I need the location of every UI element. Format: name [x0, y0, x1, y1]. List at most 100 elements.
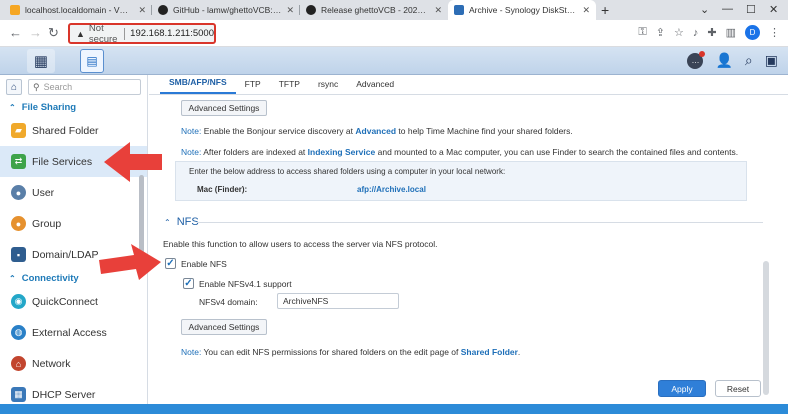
profile-avatar[interactable]: D	[745, 25, 760, 40]
home-icon[interactable]: ⌂	[6, 79, 22, 95]
indexing-service-link[interactable]: Indexing Service	[308, 147, 376, 157]
key-icon[interactable]: ⚿	[638, 26, 646, 39]
browser-tab-release[interactable]: Release ghettoVCB - 2023_09_2 ✕	[300, 0, 448, 20]
section-label: Connectivity	[21, 272, 79, 284]
section-file-sharing[interactable]: ⌃ File Sharing	[0, 99, 147, 115]
bell-icon[interactable]: ♪	[693, 27, 699, 39]
share-icon[interactable]: ⇪	[656, 26, 665, 39]
close-icon[interactable]: ✕	[582, 5, 590, 16]
main-menu-icon[interactable]: ▦	[27, 49, 55, 73]
control-panel-app-icon[interactable]: ▤	[80, 49, 104, 73]
sidebar-item-network[interactable]: ⌂ Network	[0, 348, 147, 379]
new-tab-button[interactable]: +	[601, 2, 609, 18]
reload-icon[interactable]: ↻	[48, 25, 59, 41]
tab-label: GitHub - lamw/ghettoVCB: ghett	[173, 5, 283, 15]
note-text: .	[517, 347, 521, 357]
note-text: After folders are indexed at	[203, 147, 306, 157]
browser-tabstrip: localhost.localdomain - VMware ✕ GitHub …	[0, 0, 788, 20]
sidebar-item-label: Group	[32, 217, 62, 230]
minimize-icon[interactable]: —	[722, 3, 733, 15]
extensions-icon[interactable]: ✚	[707, 26, 716, 39]
note-label: Note:	[181, 126, 202, 136]
sidebar-item-label: QuickConnect	[32, 295, 98, 308]
reset-button[interactable]: Reset	[715, 380, 761, 397]
advanced-link[interactable]: Advanced	[355, 126, 396, 136]
widgets-icon[interactable]: ▣	[765, 52, 778, 69]
side-panel-icon[interactable]: ▥	[726, 26, 736, 39]
note-text: and mounted to a Mac computer, you can u…	[377, 147, 739, 157]
vmware-icon	[10, 5, 20, 15]
chevron-up-icon: ⌃	[9, 273, 16, 283]
chevron-down-icon[interactable]: ⌄	[700, 3, 709, 16]
note-label: Note:	[181, 347, 202, 357]
browser-tab-vmware[interactable]: localhost.localdomain - VMware ✕	[4, 0, 152, 20]
section-label: File Sharing	[21, 101, 77, 113]
tab-tftp[interactable]: TFTP	[270, 79, 309, 94]
forward-icon[interactable]: →	[29, 25, 42, 40]
search-icon[interactable]: ⌕	[745, 52, 753, 69]
enable-nfs-checkbox[interactable]: ✓	[165, 258, 176, 269]
menu-icon[interactable]: ⋮	[769, 26, 780, 39]
star-icon[interactable]: ☆	[674, 26, 684, 39]
tab-ftp[interactable]: FTP	[236, 79, 270, 94]
browser-tab-github[interactable]: GitHub - lamw/ghettoVCB: ghett ✕	[152, 0, 300, 20]
tab-label: Release ghettoVCB - 2023_09_2	[321, 5, 430, 15]
tab-label: localhost.localdomain - VMware	[25, 5, 135, 15]
tab-advanced[interactable]: Advanced	[347, 79, 403, 94]
apply-button[interactable]: Apply	[658, 380, 706, 397]
mac-finder-address: afp://Archive.local	[357, 185, 426, 194]
enable-nfs-label: Enable NFS	[181, 259, 227, 269]
maximize-icon[interactable]: ☐	[746, 3, 756, 16]
user-icon: ●	[11, 185, 26, 200]
nfs-section-header[interactable]: ⌃ NFS	[164, 216, 199, 228]
close-icon[interactable]: ✕	[434, 5, 442, 16]
close-icon[interactable]: ✕	[286, 5, 294, 16]
shared-folder-link[interactable]: Shared Folder	[461, 347, 518, 357]
sidebar-item-external-access[interactable]: ◍ External Access	[0, 317, 147, 348]
dsm-taskbar: ▦ ▤ … 👤 ⌕ ▣	[0, 47, 788, 75]
arrow-shape	[99, 244, 161, 280]
back-icon[interactable]: ←	[9, 25, 22, 40]
network-icon: ⌂	[11, 356, 26, 371]
browser-tab-archive[interactable]: Archive - Synology DiskStation ✕	[448, 0, 596, 20]
check-icon: ✓	[166, 258, 175, 269]
afp-address-link[interactable]: afp://Archive.local	[357, 185, 426, 194]
afp-address-box: Enter the below address to access shared…	[175, 161, 747, 201]
nfs-divider	[197, 222, 763, 223]
group-icon: ●	[11, 216, 26, 231]
sidebar-item-group[interactable]: ● Group	[0, 208, 147, 239]
red-arrow-file-services	[104, 142, 162, 182]
check-icon: ✓	[184, 278, 193, 289]
github-icon	[306, 5, 316, 15]
main-panel: SMB/AFP/NFS FTP TFTP rsync Advanced Adva…	[149, 75, 788, 414]
tab-smb-afp-nfs[interactable]: SMB/AFP/NFS	[160, 77, 236, 94]
quickconnect-icon: ◉	[11, 294, 26, 309]
note-text: Enable the Bonjour service discovery at	[203, 126, 354, 136]
notification-icon[interactable]: …	[687, 50, 706, 69]
browser-toolbar: ← → ↻ ▲ Not secure 192.168.1.211:5000 ⚿ …	[0, 20, 788, 47]
tab-rsync[interactable]: rsync	[309, 79, 347, 94]
note-label: Note:	[181, 147, 202, 157]
search-input[interactable]: ⚲ Search	[28, 79, 141, 95]
enable-nfs41-checkbox[interactable]: ✓	[183, 278, 194, 289]
afp-advanced-settings-button[interactable]: Advanced Settings	[181, 100, 267, 116]
search-icon: ⚲	[33, 81, 40, 92]
close-window-icon[interactable]: ✕	[769, 3, 778, 16]
nfsv4-domain-input[interactable]: ArchiveNFS	[277, 293, 399, 309]
mac-finder-label: Mac (Finder):	[197, 185, 248, 194]
sidebar-item-label: Shared Folder	[32, 124, 99, 137]
search-placeholder: Search	[43, 82, 73, 92]
afp-note-bonjour: Note: Enable the Bonjour service discove…	[181, 126, 573, 136]
close-icon[interactable]: ✕	[138, 5, 146, 16]
user-icon[interactable]: 👤	[715, 52, 732, 69]
sidebar-item-quickconnect[interactable]: ◉ QuickConnect	[0, 286, 147, 317]
url-text: 192.168.1.211:5000	[130, 28, 214, 39]
toolbar-icons: ⚿ ⇪ ☆ ♪ ✚ ▥ D ⋮	[638, 25, 780, 40]
nfs-description: Enable this function to allow users to a…	[163, 239, 438, 249]
main-scrollbar[interactable]	[763, 261, 769, 395]
sidebar-item-label: DHCP Server	[32, 388, 96, 401]
nfs-advanced-settings-button[interactable]: Advanced Settings	[181, 319, 267, 335]
nfs-note: Note: You can edit NFS permissions for s…	[181, 347, 520, 357]
address-bar[interactable]: ▲ Not secure 192.168.1.211:5000	[68, 23, 216, 45]
enable-nfs41-label: Enable NFSv4.1 support	[199, 279, 292, 289]
